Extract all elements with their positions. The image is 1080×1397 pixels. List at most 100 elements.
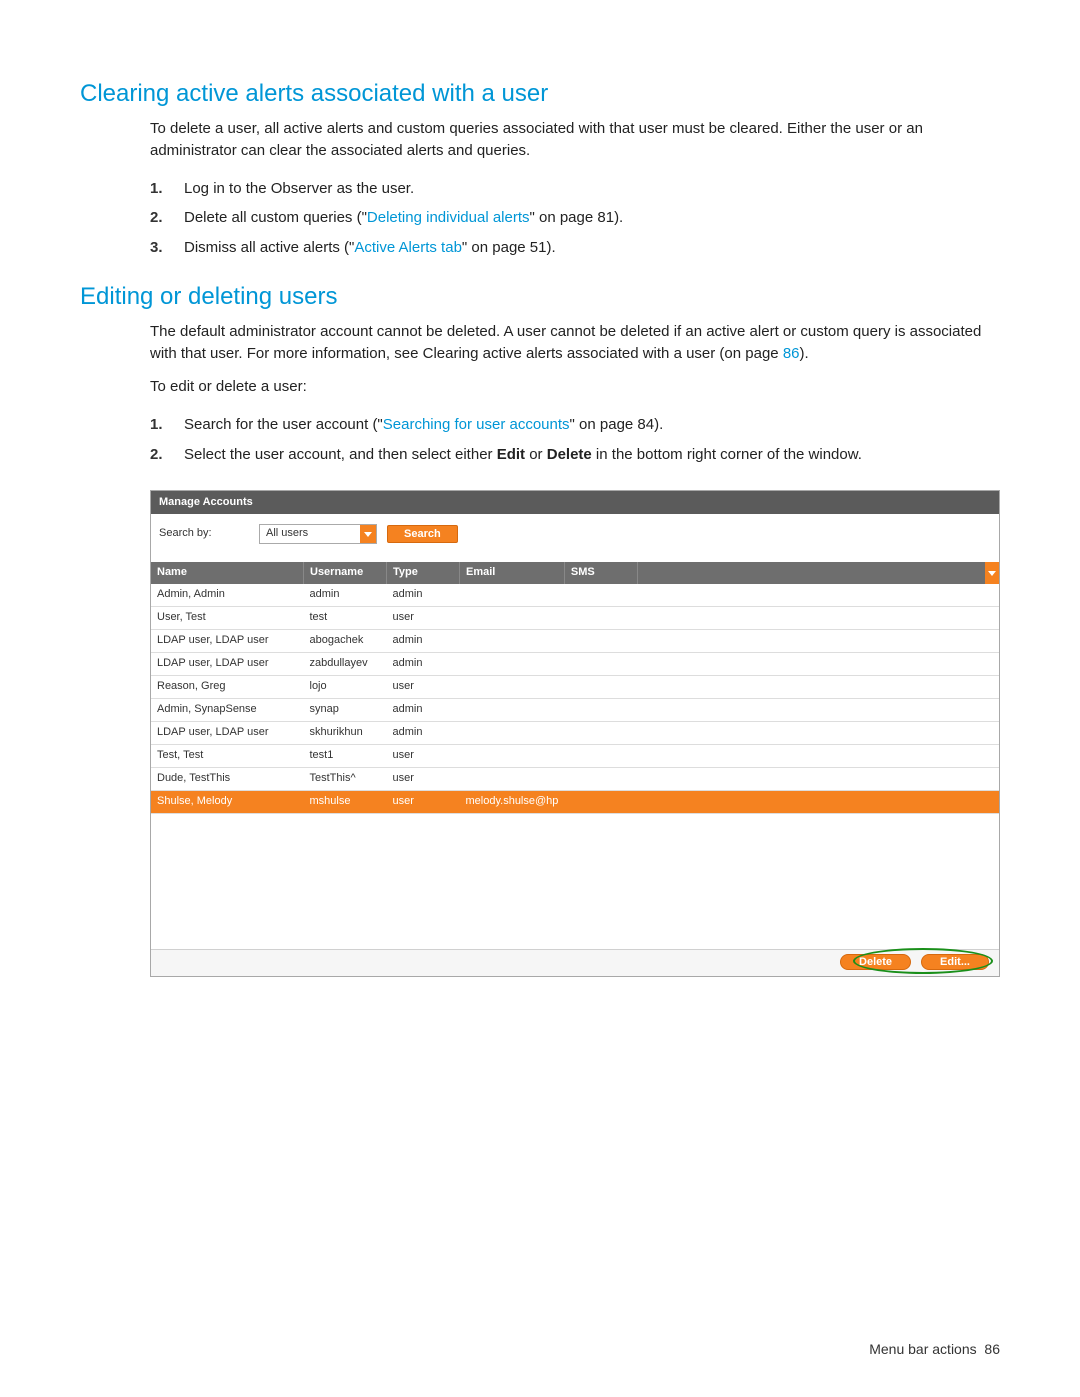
table-cell xyxy=(564,744,637,767)
table-cell: zabdullayev xyxy=(304,653,387,676)
edit-button[interactable]: Edit... xyxy=(921,954,989,970)
table-cell xyxy=(564,676,637,699)
section2-steps: 1.Search for the user account ("Searchin… xyxy=(150,410,1000,470)
column-header[interactable] xyxy=(637,562,999,584)
accounts-table: NameUsernameTypeEmailSMS Admin, Adminadm… xyxy=(151,562,999,813)
delete-button[interactable]: Delete xyxy=(840,954,911,970)
table-cell: Dude, TestThis xyxy=(151,767,304,790)
table-cell: admin xyxy=(387,584,460,606)
table-empty-area xyxy=(151,814,999,949)
table-cell: admin xyxy=(387,722,460,745)
column-header[interactable]: Username xyxy=(304,562,387,584)
table-cell: melody.shulse@hp xyxy=(460,790,565,813)
section2-intro: The default administrator account cannot… xyxy=(150,321,1000,365)
table-cell xyxy=(564,584,637,606)
table-row[interactable]: Dude, TestThisTestThis^user xyxy=(151,767,999,790)
page-footer: Menu bar actions 86 xyxy=(869,1341,1000,1357)
chevron-down-icon xyxy=(360,525,376,543)
bold-delete: Delete xyxy=(547,446,592,463)
table-cell xyxy=(637,676,999,699)
table-cell xyxy=(460,699,565,722)
table-corner-icon[interactable] xyxy=(985,562,999,584)
table-cell: test1 xyxy=(304,744,387,767)
table-row[interactable]: LDAP user, LDAP userzabdullayevadmin xyxy=(151,653,999,676)
search-by-dropdown[interactable]: All users xyxy=(259,524,377,544)
table-cell: LDAP user, LDAP user xyxy=(151,653,304,676)
table-cell xyxy=(637,767,999,790)
table-cell xyxy=(460,630,565,653)
doc-link[interactable]: Deleting individual alerts xyxy=(367,209,530,226)
list-item: 2.Select the user account, and then sele… xyxy=(150,440,1000,470)
table-row[interactable]: LDAP user, LDAP userskhurikhunadmin xyxy=(151,722,999,745)
table-cell xyxy=(564,653,637,676)
table-cell: Test, Test xyxy=(151,744,304,767)
search-button[interactable]: Search xyxy=(387,525,458,543)
table-cell xyxy=(460,653,565,676)
table-row[interactable]: Admin, Adminadminadmin xyxy=(151,584,999,606)
section2-title: Editing or deleting users xyxy=(80,283,1000,311)
table-row[interactable]: Admin, SynapSensesynapadmin xyxy=(151,699,999,722)
table-cell xyxy=(637,790,999,813)
dropdown-value: All users xyxy=(260,525,360,543)
table-cell: admin xyxy=(387,630,460,653)
table-cell: Admin, SynapSense xyxy=(151,699,304,722)
table-cell xyxy=(564,630,637,653)
section1-title: Clearing active alerts associated with a… xyxy=(80,80,1000,108)
table-cell: admin xyxy=(304,584,387,606)
doc-link[interactable]: Searching for user accounts xyxy=(383,416,570,433)
table-row[interactable]: User, Testtestuser xyxy=(151,607,999,630)
table-cell xyxy=(637,584,999,606)
column-header[interactable]: Name xyxy=(151,562,304,584)
table-cell xyxy=(564,722,637,745)
table-row[interactable]: Shulse, Melodymshulseusermelody.shulse@h… xyxy=(151,790,999,813)
table-cell xyxy=(564,607,637,630)
table-cell: lojo xyxy=(304,676,387,699)
table-cell xyxy=(637,630,999,653)
section1-steps: 1.Log in to the Observer as the user.2.D… xyxy=(150,174,1000,263)
column-header[interactable]: SMS xyxy=(564,562,637,584)
search-by-label: Search by: xyxy=(159,526,249,542)
step-number: 2. xyxy=(150,444,174,466)
table-cell xyxy=(637,607,999,630)
table-cell: LDAP user, LDAP user xyxy=(151,630,304,653)
section2-lead: To edit or delete a user: xyxy=(150,376,1000,398)
panel-title: Manage Accounts xyxy=(151,491,999,515)
column-header[interactable]: Type xyxy=(387,562,460,584)
table-cell: skhurikhun xyxy=(304,722,387,745)
list-item: 1.Log in to the Observer as the user. xyxy=(150,174,1000,204)
table-cell xyxy=(564,767,637,790)
step-number: 3. xyxy=(150,237,174,259)
table-cell: user xyxy=(387,767,460,790)
table-cell: user xyxy=(387,790,460,813)
table-cell: test xyxy=(304,607,387,630)
table-cell: Shulse, Melody xyxy=(151,790,304,813)
table-row[interactable]: Test, Testtest1user xyxy=(151,744,999,767)
column-header[interactable]: Email xyxy=(460,562,565,584)
manage-accounts-panel: Manage Accounts Search by: All users Sea… xyxy=(150,490,1000,977)
bold-edit: Edit xyxy=(497,446,525,463)
table-cell: mshulse xyxy=(304,790,387,813)
step-number: 1. xyxy=(150,414,174,436)
table-row[interactable]: Reason, Greglojouser xyxy=(151,676,999,699)
table-cell xyxy=(564,790,637,813)
table-cell xyxy=(564,699,637,722)
step-number: 1. xyxy=(150,178,174,200)
table-cell: synap xyxy=(304,699,387,722)
table-cell xyxy=(460,722,565,745)
table-cell: User, Test xyxy=(151,607,304,630)
table-cell: Admin, Admin xyxy=(151,584,304,606)
table-cell xyxy=(460,744,565,767)
table-cell xyxy=(637,699,999,722)
table-cell: admin xyxy=(387,699,460,722)
page-link-86[interactable]: 86 xyxy=(783,345,800,362)
panel-footer: Delete Edit... xyxy=(151,949,999,976)
list-item: 3.Dismiss all active alerts ("Active Ale… xyxy=(150,233,1000,263)
table-cell: user xyxy=(387,744,460,767)
table-cell xyxy=(460,767,565,790)
table-cell xyxy=(637,744,999,767)
table-row[interactable]: LDAP user, LDAP userabogachekadmin xyxy=(151,630,999,653)
doc-link[interactable]: Active Alerts tab xyxy=(354,239,462,256)
table-cell xyxy=(460,607,565,630)
table-cell: abogachek xyxy=(304,630,387,653)
table-cell: user xyxy=(387,676,460,699)
